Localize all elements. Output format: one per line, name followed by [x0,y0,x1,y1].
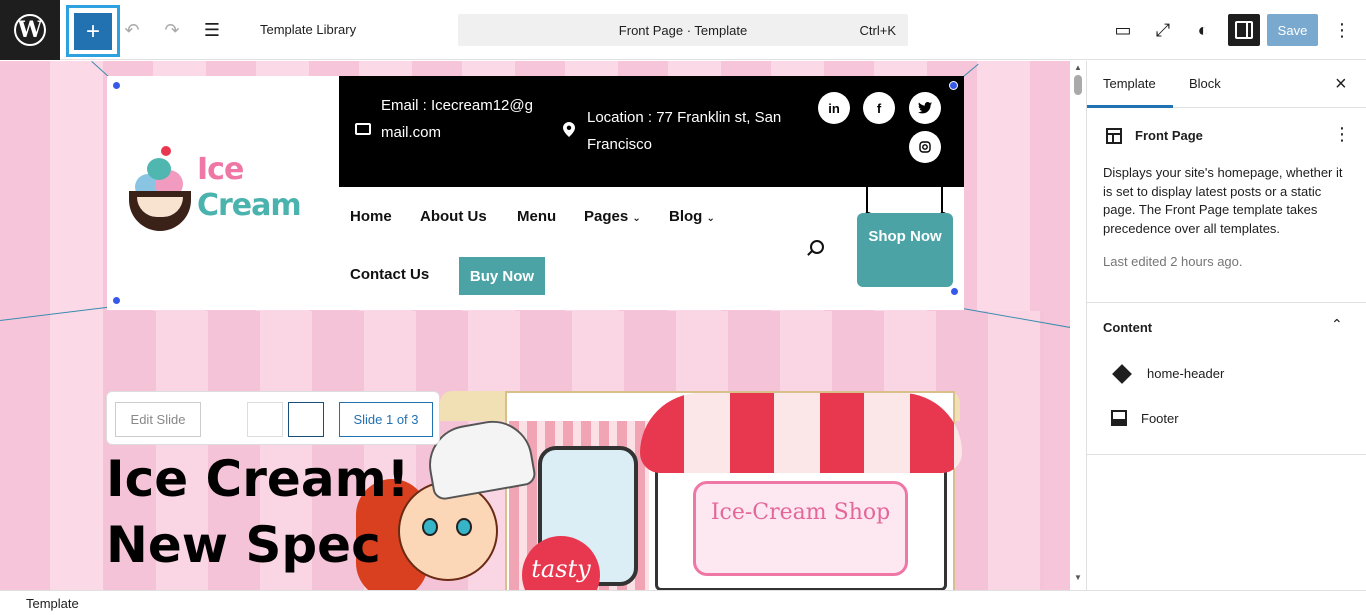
search-icon[interactable] [810,240,824,254]
more-actions-icon[interactable]: ⋮ [1333,124,1351,145]
resize-handle[interactable] [112,81,121,90]
template-part-icon [1112,363,1132,384]
tab-block[interactable]: Block [1189,76,1221,91]
slider-toolbar: Edit Slide Slide 1 of 3 [106,391,440,445]
truck-awning [640,393,962,473]
sidebar-tabs: Template Block × [1087,61,1366,108]
hero-line-2: New Spec [106,516,381,574]
chevron-down-icon: ⌄ [632,213,641,224]
slide-prev-button[interactable] [247,402,283,437]
hero-heading[interactable]: Ice Cream! New Spec [106,446,486,578]
logo-word-ice: Ice [197,152,244,187]
editor-toolbar: W + ↶ ↷ ☰ Template Library Front Page · … [0,0,1366,60]
undo-icon[interactable]: ↶ [120,18,144,42]
connector-line [0,305,118,321]
options-menu-icon[interactable]: ⋮ [1330,18,1354,42]
template-library-link[interactable]: Template Library [260,22,356,37]
hero-line-1: Ice Cream! [106,450,410,508]
chevron-down-icon: ⌄ [706,213,715,224]
edit-slide-button[interactable]: Edit Slide [115,402,201,437]
template-name: Front Page [1135,128,1203,143]
linkedin-icon[interactable]: in [818,92,850,124]
nav-pages[interactable]: Pages ⌄ [584,208,641,225]
resize-handle[interactable] [112,296,121,305]
content-panel: Content ⌃ home-header Footer [1087,303,1366,455]
command-palette-bar[interactable]: Front Page · Template Ctrl+K [458,14,908,46]
canvas-scrollbar[interactable]: ▲ ▼ [1070,61,1086,590]
instagram-icon[interactable] [909,131,941,163]
nav-blog-label: Blog [669,208,703,225]
nav-contact-us[interactable]: Contact Us [350,266,429,283]
scroll-thumb[interactable] [1074,75,1082,95]
email-text: Email : Icecream12@gmail.com [381,97,533,141]
template-summary: Front Page ⋮ Displays your site's homepa… [1087,108,1366,303]
nav-home[interactable]: Home [350,208,392,225]
location-text: Location : 77 Franklin st, San Francisco [587,109,782,153]
breadcrumb-template[interactable]: Template [26,596,79,611]
site-header-block[interactable]: Ice Cream Email : Icecream12@gmail.com L… [107,76,964,310]
content-item-footer[interactable]: Footer [1111,410,1179,426]
scroll-down-icon[interactable]: ▼ [1074,573,1082,582]
footer-icon [1111,410,1127,426]
twitter-icon[interactable] [909,92,941,124]
logo-scoop [147,158,171,180]
nav-about-us[interactable]: About Us [420,208,487,225]
layout-icon [1106,128,1122,144]
logo-word-cream: Cream [197,188,302,223]
content-item-label: Footer [1141,410,1179,426]
close-icon[interactable]: × [1335,73,1347,96]
document-overview-icon[interactable]: ☰ [200,18,224,42]
scroll-up-icon[interactable]: ▲ [1074,63,1082,72]
nav-menu[interactable]: Menu [517,208,556,225]
sidebar-icon [1235,21,1253,39]
envelope-icon [355,123,371,135]
fullscreen-icon[interactable]: ⤢ [1151,18,1175,42]
wordpress-logo-button[interactable]: W [0,0,60,60]
breadcrumb-bar: Template [0,590,1366,615]
slide-next-button[interactable] [288,402,324,437]
settings-sidebar-toggle[interactable] [1228,14,1260,46]
location-pin-icon [563,122,575,137]
resize-handle[interactable] [949,81,958,90]
nav-blog[interactable]: Blog ⌄ [669,208,715,225]
command-shortcut: Ctrl+K [859,23,896,38]
logo-bowl [129,191,191,231]
buy-now-button[interactable]: Buy Now [459,257,545,295]
tab-template[interactable]: Template [1103,76,1156,91]
resize-handle[interactable] [950,287,959,296]
nav-pages-label: Pages [584,208,629,225]
add-block-highlight: + [66,5,120,57]
chevron-up-icon[interactable]: ⌃ [1331,316,1343,333]
logo-cherry [161,146,171,156]
facebook-icon[interactable]: f [863,92,895,124]
content-item-label: home-header [1147,366,1225,381]
site-logo[interactable]: Ice Cream [127,146,307,241]
add-block-button[interactable]: + [74,13,112,50]
contact-topbar: Email : Icecream12@gmail.com Location : … [339,76,964,187]
save-button[interactable]: Save [1267,14,1318,46]
content-item-home-header[interactable]: home-header [1111,363,1225,384]
slide-counter[interactable]: Slide 1 of 3 [339,402,433,437]
device-preview-icon[interactable]: ▭ [1111,18,1135,42]
shop-now-button[interactable]: Shop Now [857,213,953,287]
editor-canvas[interactable]: Ice Cream Email : Icecream12@gmail.com L… [0,61,1070,590]
content-panel-title[interactable]: Content [1103,320,1152,335]
wordpress-icon: W [14,14,46,46]
settings-sidebar: Template Block × Front Page ⋮ Displays y… [1086,61,1366,590]
document-title: Front Page · Template [618,23,748,38]
template-description: Displays your site's homepage, whether i… [1103,165,1343,236]
redo-icon[interactable]: ↷ [160,18,184,42]
last-edited: Last edited 2 hours ago. [1103,254,1243,269]
styles-icon[interactable]: ◐ [1191,18,1215,42]
shop-sign: Ice-Cream Shop [693,481,908,576]
